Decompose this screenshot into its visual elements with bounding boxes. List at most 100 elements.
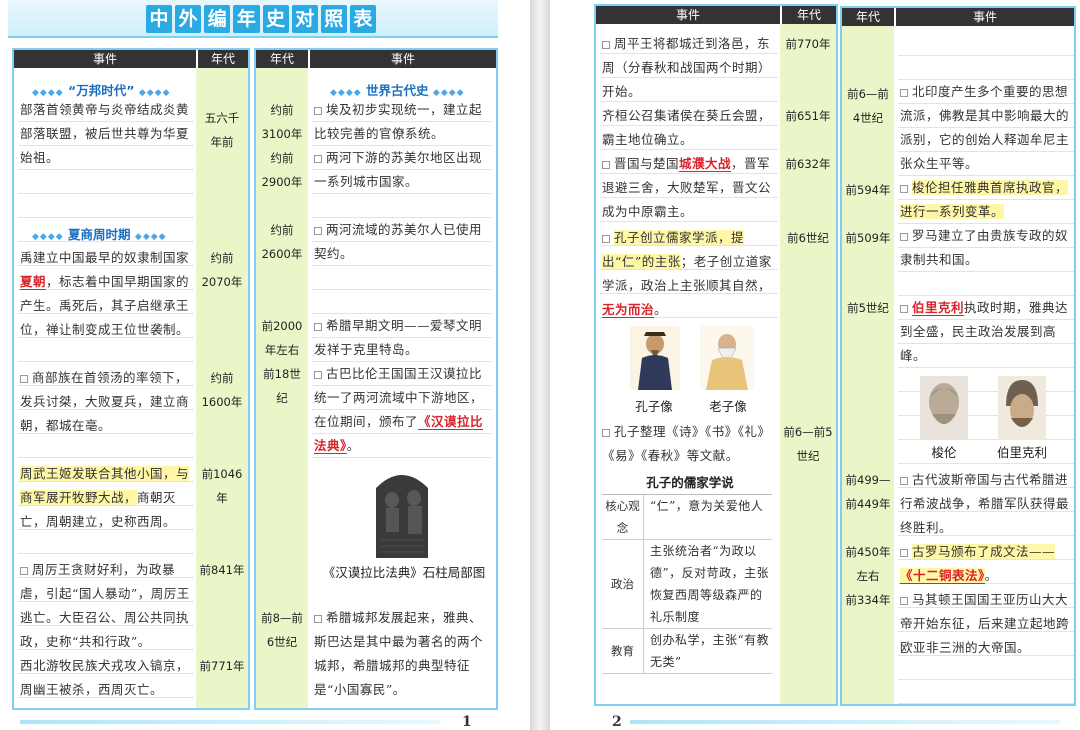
title-char: 照	[320, 5, 347, 33]
checkbox-icon	[602, 40, 610, 49]
event-quanrong: 西北游牧民族犬戎攻入镐京，周幽王被杀，西周灭亡。	[20, 658, 190, 697]
checkbox-icon	[900, 476, 908, 485]
checkbox-icon	[20, 374, 28, 383]
table-row: 政治 主张统治者“为政以德”，反对苛政，主张恢复西周等级森严的礼乐制度	[602, 540, 772, 629]
event-guoren: 周厉王贪财好利，为政暴虐，引起“国人暴动”，周厉王逃亡。大臣召公、周公共同执政，…	[20, 562, 190, 649]
event-header: 事件	[894, 8, 1074, 26]
solon-portrait	[920, 376, 968, 440]
key-term-chengpu: 城濮大战	[679, 156, 732, 172]
key-term-wuwei: 无为而治	[602, 302, 655, 318]
event-greco-persian: 古代波斯帝国与古代希腊进行希波战争，希腊军队获得最终胜利。	[900, 472, 1070, 535]
era-pingwang: 前770年	[785, 37, 831, 51]
table-row: 核心观念 “仁”，意为关爱他人	[602, 495, 772, 540]
event-twelve-tables: 古罗马颁布了成文法——《十二铜表法》。	[900, 544, 1056, 584]
event-pingwang: 周平王将都城迁到洛邑，东周（分春秋和战国两个时期）开始。	[602, 36, 772, 99]
era-xia: 约前2070年	[201, 251, 243, 289]
title-char: 外	[175, 5, 202, 33]
title-band: 中外编年史对照表	[8, 0, 498, 38]
era-contract: 约前2600年	[261, 223, 303, 261]
key-term-pericles: 伯里克利	[912, 300, 965, 316]
caption-kongzi: 孔子像	[635, 399, 673, 414]
era-header: 年代	[256, 50, 308, 68]
hammurabi-stele-image	[368, 468, 436, 558]
event-egypt: 埃及初步实现统一，建立起比较完善的官僚系统。	[314, 102, 483, 141]
title-char: 史	[262, 5, 289, 33]
title-char: 年	[233, 5, 260, 33]
confucian-table-title: 孔子的儒家学说	[646, 475, 734, 490]
checkbox-icon	[900, 88, 908, 97]
event-kuiqiu: 齐桓公召集诸侯在葵丘会盟，霸主地位确立。	[602, 108, 772, 147]
event-pericles: 伯里克利执政时期，雅典达到全盛，民主政治发展到高峰。	[900, 300, 1069, 363]
checkbox-icon	[602, 234, 610, 243]
page-number: 1	[462, 714, 472, 730]
event-alexander: 马其顿王国国王亚历山大大帝开始东征，后来建立起地跨欧亚非三洲的大帝国。	[900, 592, 1070, 655]
left-page: 中外编年史对照表 事件 年代 ◆◆◆◆ “万邦时代” ◆◆◆◆ 部落首领黄帝与炎…	[0, 0, 530, 730]
event-chengpu: 晋国与楚国城濮大战，晋军退避三舍，大败楚军，晋文公成为中原霸主。	[602, 156, 772, 219]
event-confucius: 孔子创立儒家学派，提出“仁”的主张；老子创立道家学派，政治上主张顺其自然，无为而…	[602, 230, 772, 318]
china-history-table: 事件 年代 ◆◆◆◆ “万邦时代” ◆◆◆◆ 部落首领黄帝与炎帝结成炎黄部落联盟…	[12, 48, 250, 710]
era-solon: 前594年	[845, 183, 891, 197]
right-page: 事件 年代 周平王将都城迁到洛邑，东周（分春秋和战国两个时期）开始。 前770年…	[550, 0, 1080, 730]
era-egypt: 约前3100年	[261, 103, 303, 141]
era-buddhism: 前6—前4世纪	[847, 87, 889, 125]
china-history-table-2: 事件 年代 周平王将都城迁到洛邑，东周（分春秋和战国两个时期）开始。 前770年…	[594, 4, 838, 706]
event-classics: 孔子整理《诗》《书》《礼》《易》《春秋》等文献。	[602, 424, 771, 463]
era-alexander: 前334年	[845, 593, 891, 607]
checkbox-icon	[900, 548, 908, 557]
checkbox-icon	[900, 184, 908, 193]
era-hammurabi: 前18世纪	[263, 367, 301, 405]
era-chengpu: 前632年	[785, 157, 831, 171]
event-zhou: 周武王姬发联合其他小国，与商军展开牧野大战，商朝灭亡，周朝建立，史称西周。	[20, 466, 190, 529]
era-zhou: 前1046年	[201, 467, 243, 505]
laozi-portrait	[700, 326, 754, 390]
caption-hammurabi: 《汉谟拉比法典》石柱局部图	[322, 565, 486, 580]
world-history-table: 年代 事件 ◆◆◆◆ 世界古代史 ◆◆◆◆ 埃及初步实现统一，建立起比较完善的官…	[254, 48, 498, 710]
event-contract: 两河流域的苏美尔人已使用契约。	[314, 222, 483, 261]
checkbox-icon	[20, 566, 28, 575]
era-quanrong: 前771年	[199, 659, 245, 673]
title-char: 中	[146, 5, 173, 33]
checkbox-icon	[900, 232, 908, 241]
era-shang: 约前1600年	[201, 371, 243, 409]
era-greek-polis: 前8—前6世纪	[261, 611, 303, 649]
checkbox-icon	[900, 596, 908, 605]
title-char: 编	[204, 5, 231, 33]
era-header: 年代	[196, 50, 248, 68]
checkbox-icon	[602, 160, 610, 169]
event-xia: 禹建立中国最早的奴隶制国家夏朝，标志着中国早期国家的产生。禹死后，其子启继承王位…	[20, 250, 190, 337]
era-twelve-tables: 前450年左右	[845, 545, 891, 583]
event-sumer: 两河下游的苏美尔地区出现一系列城市国家。	[314, 150, 483, 189]
caption-pericles: 伯里克利	[996, 445, 1047, 460]
era-sumer: 约前2900年	[261, 151, 303, 189]
event-huangdi: 部落首领黄帝与炎帝结成炎黄部落联盟，被后世共尊为华夏始祖。	[20, 102, 190, 165]
confucius-portrait	[630, 326, 680, 390]
event-shang: 商部族在首领汤的率领下，发兵讨桀，大败夏兵，建立商朝，都城在亳。	[20, 370, 190, 433]
event-header: 事件	[14, 50, 196, 68]
key-term-xia: 夏朝	[20, 274, 47, 290]
checkbox-icon	[314, 154, 322, 163]
checkbox-icon	[314, 614, 322, 623]
checkbox-icon	[314, 106, 322, 115]
checkbox-icon	[900, 304, 908, 313]
era-header: 年代	[780, 6, 836, 24]
era-guoren: 前841年	[199, 563, 245, 577]
event-hammurabi: 古巴比伦王国国王汉谟拉比统一了两河流域中下游地区，在位期间，颁布了《汉谟拉比法典…	[314, 366, 484, 454]
title-char: 对	[291, 5, 318, 33]
event-greek-polis: 希腊城邦发展起来，雅典、斯巴达是其中最为著名的两个城邦，希腊城邦的典型特征是“小…	[314, 610, 484, 697]
era-kuiqiu: 前651年	[785, 109, 831, 123]
caption-laozi: 老子像	[709, 399, 747, 414]
era-header: 年代	[842, 8, 894, 26]
checkbox-icon	[602, 428, 610, 437]
world-history-table-2: 年代 事件 北印度产生多个重要的思想流派，佛教是其中影响最大的派别，它的创始人释…	[840, 6, 1076, 706]
era-aegean: 前2000年左右	[261, 319, 303, 357]
checkbox-icon	[314, 226, 322, 235]
section-world: ◆◆◆◆ 世界古代史 ◆◆◆◆	[330, 83, 465, 98]
era-greco-persian: 前499—前449年	[845, 473, 891, 511]
event-aegean: 希腊早期文明——爱琴文明发祥于克里特岛。	[314, 318, 483, 357]
event-buddhism: 北印度产生多个重要的思想流派，佛教是其中影响最大的派别，它的创始人释迦牟尼主张众…	[900, 84, 1070, 171]
checkbox-icon	[314, 322, 322, 331]
confucian-table: 核心观念 “仁”，意为关爱他人 政治 主张统治者“为政以德”，反对苛政，主张恢复…	[602, 494, 772, 674]
key-term-twelve-tables: 《十二铜表法》	[900, 568, 985, 584]
event-header: 事件	[596, 6, 780, 24]
event-header: 事件	[308, 50, 496, 68]
